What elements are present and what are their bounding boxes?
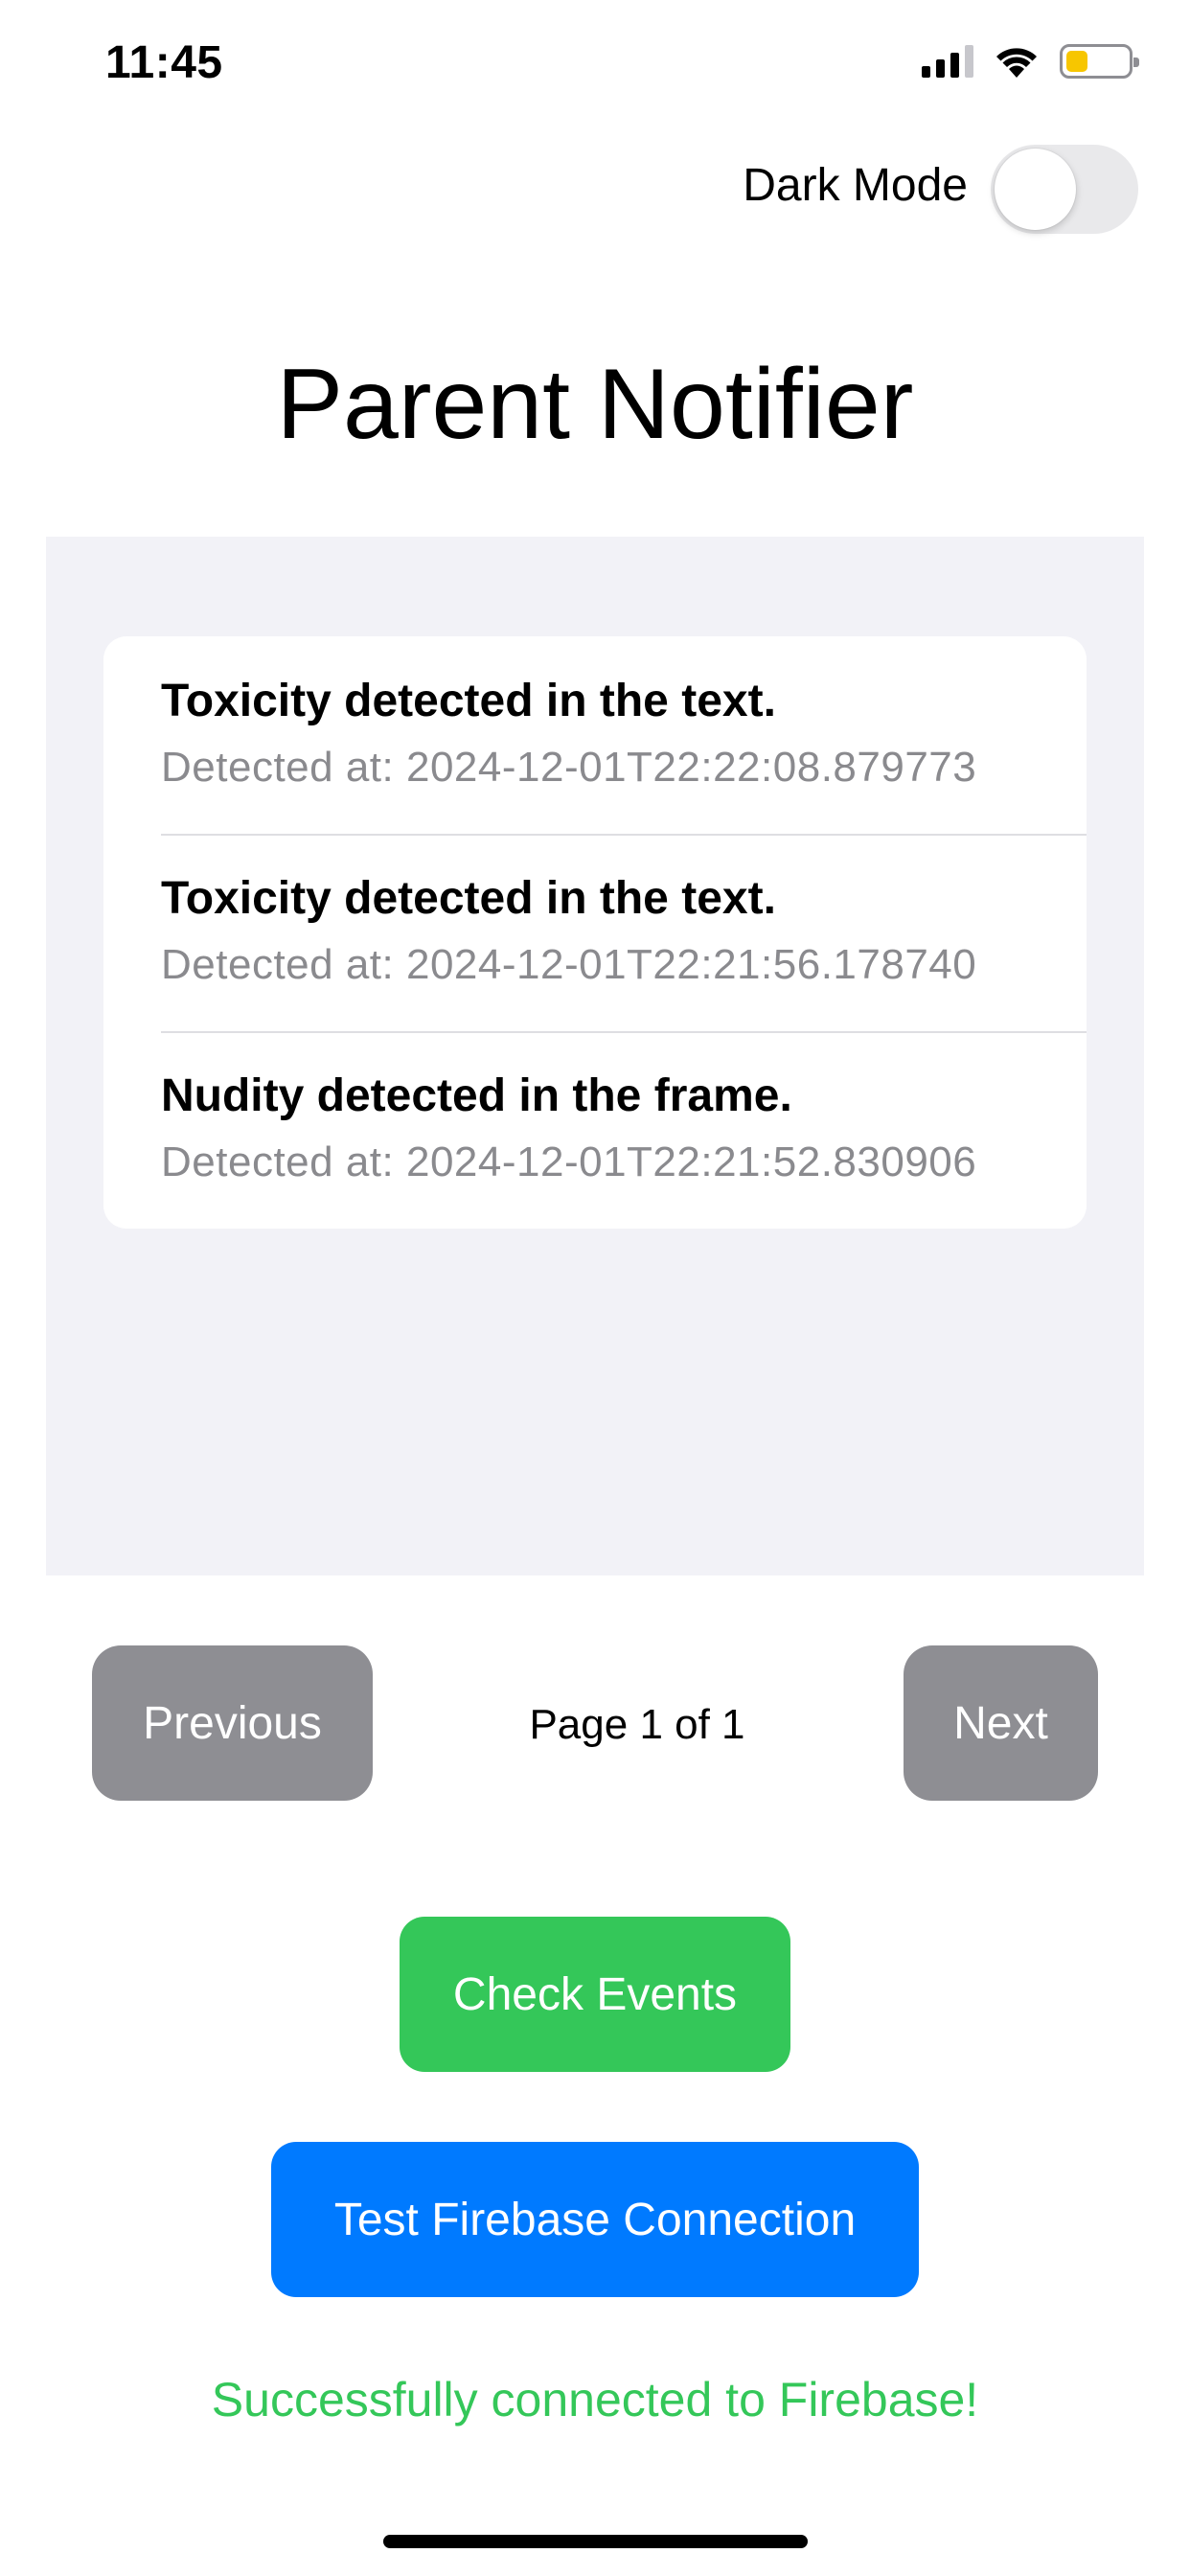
status-icons — [922, 42, 1139, 80]
wifi-icon — [995, 45, 1039, 78]
toggle-knob — [995, 149, 1076, 230]
notification-timestamp: Detected at: 2024-12-01T22:21:56.178740 — [161, 941, 977, 988]
next-button[interactable]: Next — [904, 1645, 1098, 1801]
notification-item[interactable]: Toxicity detected in the text. Detected … — [103, 834, 1087, 1031]
battery-icon — [1060, 44, 1139, 79]
notification-list: Toxicity detected in the text. Detected … — [103, 636, 1087, 1229]
dark-mode-label: Dark Mode — [743, 160, 968, 211]
dark-mode-toggle[interactable] — [991, 145, 1138, 234]
test-firebase-button[interactable]: Test Firebase Connection — [271, 2142, 919, 2297]
home-indicator[interactable] — [383, 2535, 808, 2548]
notification-message: Toxicity detected in the text. — [161, 676, 776, 726]
notification-timestamp: Detected at: 2024-12-01T22:21:52.830906 — [161, 1138, 977, 1185]
notification-list-panel: Toxicity detected in the text. Detected … — [46, 537, 1144, 1576]
page-indicator: Page 1 of 1 — [529, 1701, 745, 1748]
notification-message: Nudity detected in the frame. — [161, 1070, 792, 1121]
check-events-button[interactable]: Check Events — [400, 1917, 790, 2072]
page-title: Parent Notifier — [276, 349, 914, 460]
status-time: 11:45 — [105, 37, 223, 88]
notification-timestamp: Detected at: 2024-12-01T22:22:08.879773 — [161, 744, 977, 791]
connection-status-message: Successfully connected to Firebase! — [211, 2373, 979, 2426]
notification-item[interactable]: Nudity detected in the frame. Detected a… — [103, 1031, 1087, 1229]
signal-icon — [922, 45, 973, 78]
notification-item[interactable]: Toxicity detected in the text. Detected … — [103, 636, 1087, 834]
previous-button[interactable]: Previous — [92, 1645, 373, 1801]
notification-message: Toxicity detected in the text. — [161, 873, 776, 924]
